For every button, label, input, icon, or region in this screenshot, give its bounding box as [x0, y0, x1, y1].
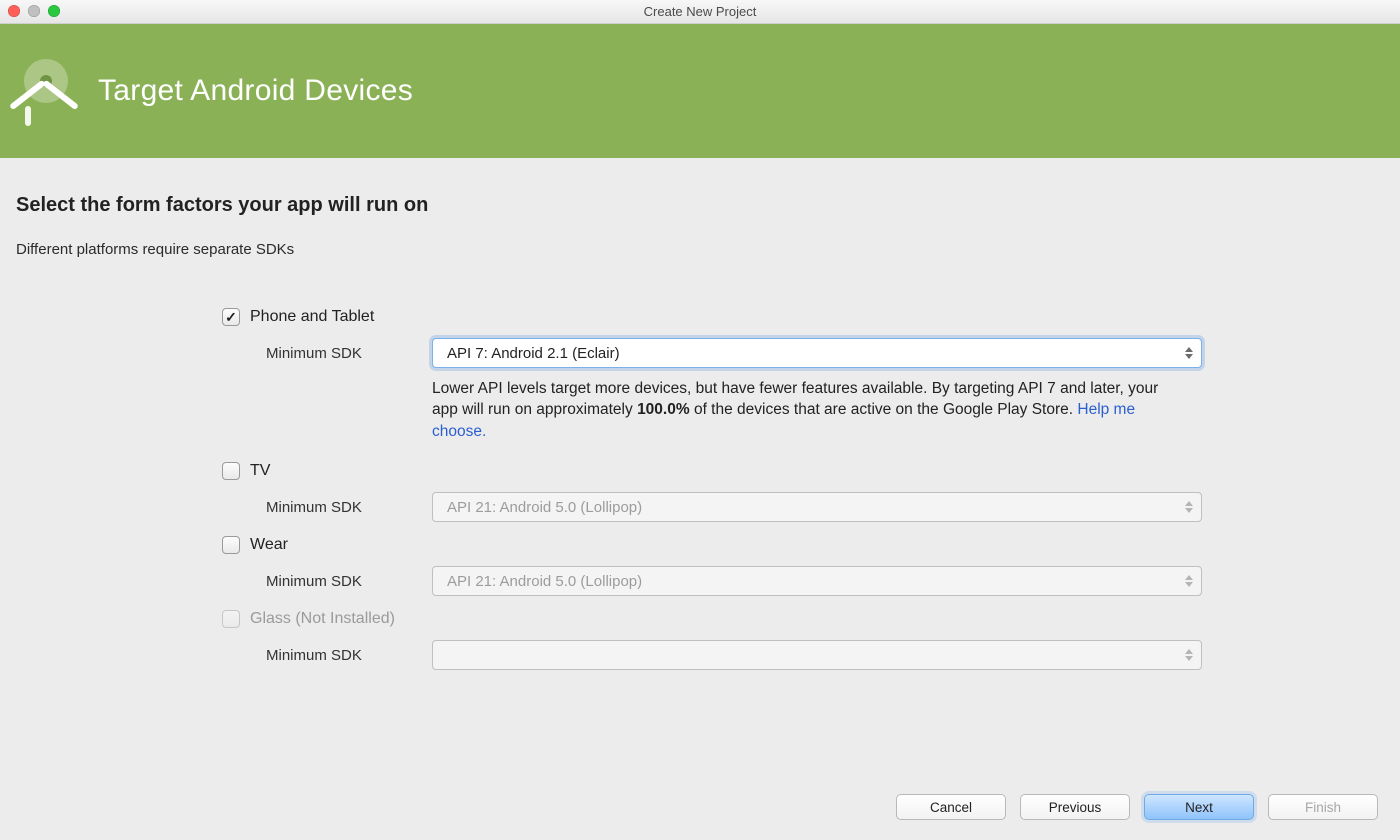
tv-checkbox-label: TV: [250, 462, 270, 480]
phone-sdk-help-text: Lower API levels target more devices, bu…: [432, 378, 1182, 442]
glass-min-sdk-select: [432, 640, 1202, 670]
previous-button[interactable]: Previous: [1020, 794, 1130, 820]
phone-min-sdk-label: Minimum SDK: [266, 345, 432, 362]
form-factor-tv-section: TV Minimum SDK API 21: Android 5.0 (Loll…: [222, 462, 1202, 522]
glass-checkbox: [222, 610, 240, 628]
glass-checkbox-label: Glass (Not Installed): [250, 610, 395, 628]
wear-checkbox-label: Wear: [250, 536, 288, 554]
select-stepper-icon: [1182, 343, 1196, 363]
select-stepper-icon: [1182, 645, 1196, 665]
window-title: Create New Project: [644, 4, 757, 19]
wear-min-sdk-value: API 21: Android 5.0 (Lollipop): [447, 573, 642, 590]
tv-checkbox[interactable]: [222, 462, 240, 480]
tv-min-sdk-select[interactable]: API 21: Android 5.0 (Lollipop): [432, 492, 1202, 522]
form-factor-phone-section: Phone and Tablet Minimum SDK API 7: Andr…: [222, 308, 1202, 442]
phone-min-sdk-select[interactable]: API 7: Android 2.1 (Eclair): [432, 338, 1202, 368]
phone-checkbox-label: Phone and Tablet: [250, 308, 374, 326]
window-titlebar: Create New Project: [0, 0, 1400, 24]
cancel-button[interactable]: Cancel: [896, 794, 1006, 820]
window-zoom-button[interactable]: [48, 5, 60, 17]
select-stepper-icon: [1182, 571, 1196, 591]
select-stepper-icon: [1182, 497, 1196, 517]
android-studio-logo-icon: [18, 59, 82, 123]
form-factors-form: Phone and Tablet Minimum SDK API 7: Andr…: [222, 308, 1202, 670]
tv-min-sdk-value: API 21: Android 5.0 (Lollipop): [447, 499, 642, 516]
wear-checkbox[interactable]: [222, 536, 240, 554]
next-button[interactable]: Next: [1144, 794, 1254, 820]
window-close-button[interactable]: [8, 5, 20, 17]
tv-min-sdk-label: Minimum SDK: [266, 499, 432, 516]
page-subheading: Different platforms require separate SDK…: [16, 241, 1384, 258]
finish-button: Finish: [1268, 794, 1378, 820]
phone-min-sdk-value: API 7: Android 2.1 (Eclair): [447, 345, 620, 362]
wear-min-sdk-select[interactable]: API 21: Android 5.0 (Lollipop): [432, 566, 1202, 596]
glass-min-sdk-label: Minimum SDK: [266, 647, 432, 664]
wizard-footer: Cancel Previous Next Finish: [896, 794, 1378, 820]
wizard-title: Target Android Devices: [98, 74, 413, 108]
window-minimize-button[interactable]: [28, 5, 40, 17]
form-factor-glass-section: Glass (Not Installed) Minimum SDK: [222, 610, 1202, 670]
form-factor-wear-section: Wear Minimum SDK API 21: Android 5.0 (Lo…: [222, 536, 1202, 596]
phone-checkbox[interactable]: [222, 308, 240, 326]
page-heading: Select the form factors your app will ru…: [16, 194, 1384, 217]
wear-min-sdk-label: Minimum SDK: [266, 573, 432, 590]
window-traffic-lights: [8, 5, 60, 17]
wizard-body: Select the form factors your app will ru…: [0, 158, 1400, 670]
wizard-header: Target Android Devices: [0, 24, 1400, 158]
